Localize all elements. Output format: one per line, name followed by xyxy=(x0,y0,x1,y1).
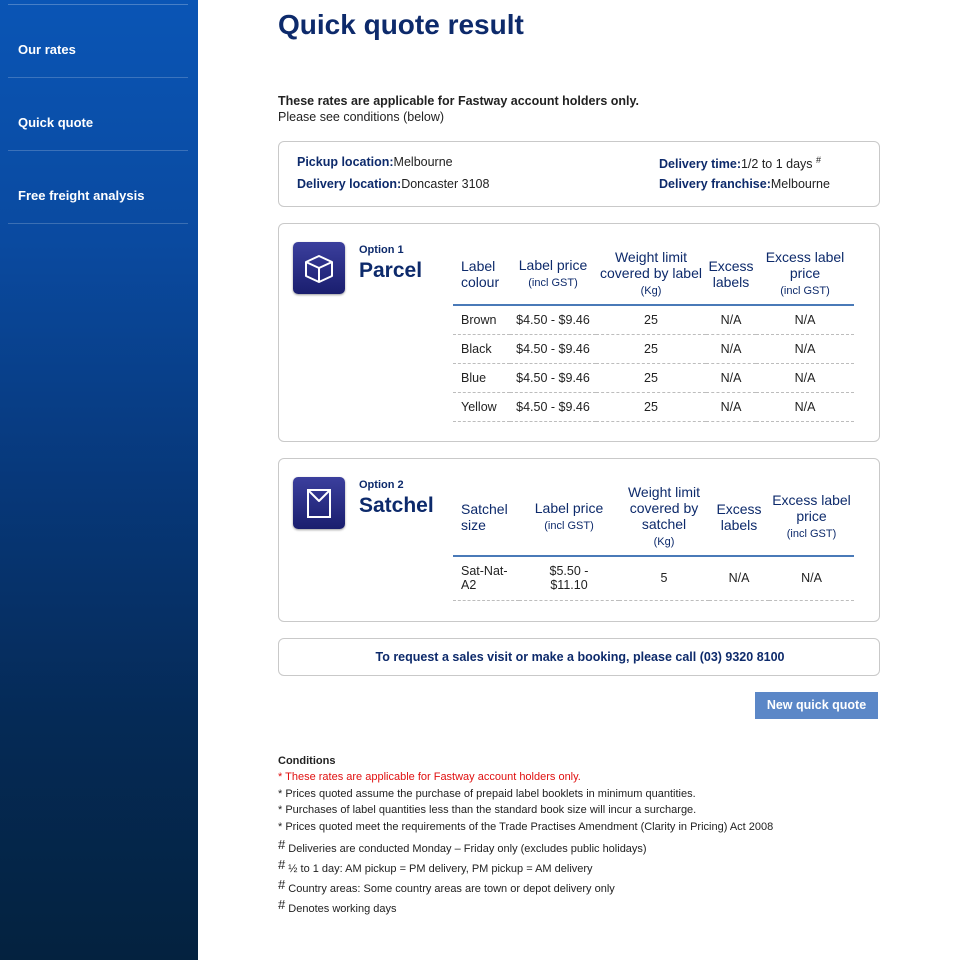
delivery-franchise-value: Melbourne xyxy=(770,177,830,191)
table-row: Black $4.50 - $9.46 25 N/A N/A xyxy=(453,334,854,364)
delivery-franchise-label: Delivery franchise: xyxy=(659,177,771,191)
hash-mark: # xyxy=(278,877,286,892)
cell-excess-price: N/A xyxy=(756,305,854,335)
option-name: Satchel xyxy=(359,494,434,517)
option-satchel-box: Option 2 Satchel Satchel size Label pric… xyxy=(278,458,880,622)
delivery-franchise: Delivery franchise:Melbourne xyxy=(659,177,830,191)
cell-excess-labels: N/A xyxy=(706,334,756,364)
condition-line: # ½ to 1 day: AM pickup = PM delivery, P… xyxy=(278,857,593,875)
sidebar-item-label: Free freight analysis xyxy=(18,188,145,203)
intro-notice: These rates are applicable for Fastway a… xyxy=(278,94,639,108)
cell-label-price: $4.50 - $9.46 xyxy=(510,363,596,393)
quote-info-box: Pickup location:Melbourne Delivery locat… xyxy=(278,141,880,207)
cell-weight: 25 xyxy=(596,363,706,393)
page-title: Quick quote result xyxy=(278,9,524,40)
table-row: Brown $4.50 - $9.46 25 N/A N/A xyxy=(453,305,854,335)
cell-excess-labels: N/A xyxy=(706,363,756,393)
cell-excess-price: N/A xyxy=(756,334,854,364)
pickup-location-value: Melbourne xyxy=(393,155,453,169)
sidebar-item-label: Quick quote xyxy=(18,115,94,130)
sidebar-item-our-rates[interactable]: Our rates xyxy=(8,5,188,78)
satchel-envelope-icon xyxy=(293,477,345,529)
column-header-label-colour: Label colour xyxy=(453,244,510,306)
condition-line: # Denotes working days xyxy=(278,897,397,915)
column-header-weight-limit: Weight limit covered by label (Kg) xyxy=(596,244,706,306)
table-header-row: Label colour Label price (incl GST) Weigh… xyxy=(453,244,854,306)
table-row: Yellow $4.50 - $9.46 25 N/A N/A xyxy=(453,392,854,422)
satchel-rates-table: Satchel size Label price (incl GST) Weigh… xyxy=(453,479,854,601)
table-header-row: Satchel size Label price (incl GST) Weigh… xyxy=(453,479,854,557)
sidebar-item-quick-quote[interactable]: Quick quote xyxy=(8,78,188,151)
option-number: Option 2 xyxy=(359,479,404,491)
pickup-location: Pickup location:Melbourne xyxy=(297,155,453,169)
option-name: Parcel xyxy=(359,259,423,282)
cell-weight: 25 xyxy=(596,392,706,422)
option-number: Option 1 xyxy=(359,244,404,256)
column-header-label-price: Label price (incl GST) xyxy=(519,479,619,557)
table-row: Blue $4.50 - $9.46 25 N/A N/A xyxy=(453,363,854,393)
delivery-location: Delivery location:Doncaster 3108 xyxy=(297,177,489,191)
cell-excess-price: N/A xyxy=(769,556,854,601)
condition-line: * Prices quoted assume the purchase of p… xyxy=(278,787,696,800)
cell-excess-labels: N/A xyxy=(706,305,756,335)
cell-excess-price: N/A xyxy=(756,392,854,422)
cell-label-colour: Blue xyxy=(453,363,510,393)
sidebar-item-label: Our rates xyxy=(18,42,76,57)
delivery-time: Delivery time:1/2 to 1 days # xyxy=(659,155,821,171)
condition-line: * Purchases of label quantities less tha… xyxy=(278,804,697,816)
cell-weight: 25 xyxy=(596,334,706,364)
delivery-location-label: Delivery location: xyxy=(297,177,402,191)
cell-label-colour: Brown xyxy=(453,305,510,335)
conditions-title: Conditions xyxy=(278,755,336,767)
delivery-time-value: 1/2 to 1 days xyxy=(740,157,813,172)
column-header-weight-limit: Weight limit covered by satchel (Kg) xyxy=(619,479,709,557)
cell-excess-price: N/A xyxy=(756,363,854,393)
cell-label-price: $4.50 - $9.46 xyxy=(510,392,596,422)
conditions-section: Conditions * These rates are applicable … xyxy=(278,753,878,915)
delivery-location-value: Doncaster 3108 xyxy=(401,177,490,191)
parcel-box-icon xyxy=(293,242,345,294)
column-header-excess-labels: Excess labels xyxy=(706,244,756,306)
cell-excess-labels: N/A xyxy=(706,392,756,422)
cell-label-price: $4.50 - $9.46 xyxy=(510,305,596,335)
parcel-rates-table: Label colour Label price (incl GST) Weigh… xyxy=(453,244,854,422)
cell-label-colour: Black xyxy=(453,334,510,364)
hash-mark: # xyxy=(278,837,286,852)
condition-line: # Country areas: Some country areas are … xyxy=(278,877,615,895)
cell-label-colour: Yellow xyxy=(453,392,510,422)
cell-weight: 25 xyxy=(596,305,706,335)
cell-excess-labels: N/A xyxy=(709,556,769,601)
booking-call-box: To request a sales visit or make a booki… xyxy=(278,638,880,676)
cell-satchel-size: Sat-Nat- A2 xyxy=(453,556,519,601)
column-header-label-price: Label price (incl GST) xyxy=(510,244,596,306)
sidebar-item-free-freight-analysis[interactable]: Free freight analysis xyxy=(8,151,188,224)
condition-line: * Prices quoted meet the requirements of… xyxy=(278,820,774,833)
new-quick-quote-button[interactable]: New quick quote xyxy=(755,692,878,719)
sidebar: Our rates Quick quote Free freight analy… xyxy=(0,0,198,960)
option-parcel-box: Option 1 Parcel Label colour Label price… xyxy=(278,223,880,442)
cell-label-price: $5.50 - $11.10 xyxy=(519,556,619,601)
condition-line: * These rates are applicable for Fastway… xyxy=(278,771,581,783)
column-header-excess-label-price: Excess label price (incl GST) xyxy=(769,479,854,557)
table-row: Sat-Nat- A2 $5.50 - $11.10 5 N/A N/A xyxy=(453,556,854,601)
cell-weight: 5 xyxy=(619,556,709,601)
hash-mark: # xyxy=(278,897,286,912)
cell-label-price: $4.50 - $9.46 xyxy=(510,334,596,364)
booking-call-text: To request a sales visit or make a booki… xyxy=(375,650,785,664)
pickup-location-label: Pickup location: xyxy=(297,155,394,169)
column-header-excess-label-price: Excess label price (incl GST) xyxy=(756,244,854,306)
delivery-time-label: Delivery time: xyxy=(659,157,741,172)
hash-mark: # xyxy=(278,857,286,872)
intro-subtext: Please see conditions (below) xyxy=(278,110,445,124)
column-header-excess-labels: Excess labels xyxy=(709,479,769,557)
column-header-satchel-size: Satchel size xyxy=(453,479,519,557)
delivery-time-footnote-mark: # xyxy=(816,155,822,165)
condition-line: # Deliveries are conducted Monday – Frid… xyxy=(278,837,647,855)
